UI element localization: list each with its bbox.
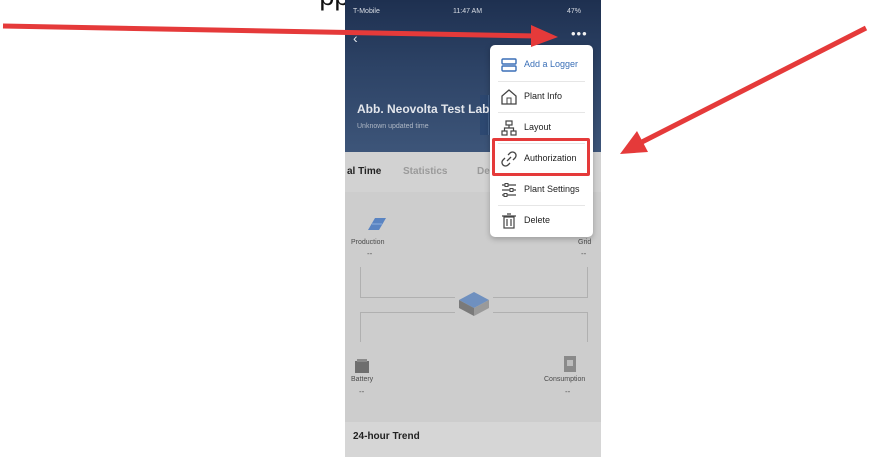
consumption-value: -- [565,387,571,396]
flow-line [493,297,588,298]
production-label: Production [351,239,385,246]
authorization-highlight-box [492,138,590,176]
layout-icon [501,120,517,136]
status-bar: T-Mobile 11:47 AM 47% [345,6,601,20]
more-dots-icon[interactable]: ••• [571,26,588,41]
battery-text: 47% [567,8,582,15]
menu-item-plant-info[interactable]: Plant Info [490,81,593,112]
solar-panel-icon [368,218,386,230]
production-value: -- [367,249,373,258]
carrier-text: T-Mobile [353,8,380,15]
flow-line [587,312,588,342]
flow-line [587,267,588,297]
trend-title: 24-hour Trend [353,431,420,442]
annotation-arrow-line [638,25,868,146]
menu-item-label: Add a Logger [524,59,579,69]
trash-icon [502,213,516,229]
battery-label: Battery [351,376,374,383]
battery-value: -- [359,387,365,396]
menu-item-label: Plant Settings [524,184,580,194]
menu-item-label: Layout [524,122,552,132]
tab-device[interactable]: De [477,166,490,177]
annotation-arrow-head [620,131,648,154]
tab-statistics[interactable]: Statistics [403,166,447,177]
battery-icon [355,359,369,373]
consumption-icon [564,356,576,372]
flow-line [360,297,455,298]
inverter-house-icon [459,292,489,316]
menu-item-plant-settings[interactable]: Plant Settings [490,174,593,205]
flow-line [360,312,455,313]
flow-line [360,267,361,297]
settings-sliders-icon [502,183,516,197]
menu-item-label: Delete [524,215,551,225]
home-icon [501,89,517,105]
time-text: 11:47 AM [453,8,483,15]
menu-item-label: Plant Info [524,91,563,101]
flow-line [360,312,361,342]
menu-item-add-logger[interactable]: Add a Logger [490,49,593,80]
grid-value: -- [581,249,587,258]
menu-item-delete[interactable]: Delete [490,205,593,236]
plant-name: Abb. Neovolta Test Lab [357,102,490,116]
consumption-label: Consumption [544,376,586,383]
trend-section: 24-hour Trend [345,422,601,457]
updated-time: Unknown updated time [357,123,429,130]
flow-line [493,312,588,313]
tab-real-time[interactable]: al Time [347,166,381,177]
logger-icon [501,58,517,72]
grid-label: Grid [578,239,592,246]
back-arrow-icon[interactable]: ‹ [353,30,358,46]
